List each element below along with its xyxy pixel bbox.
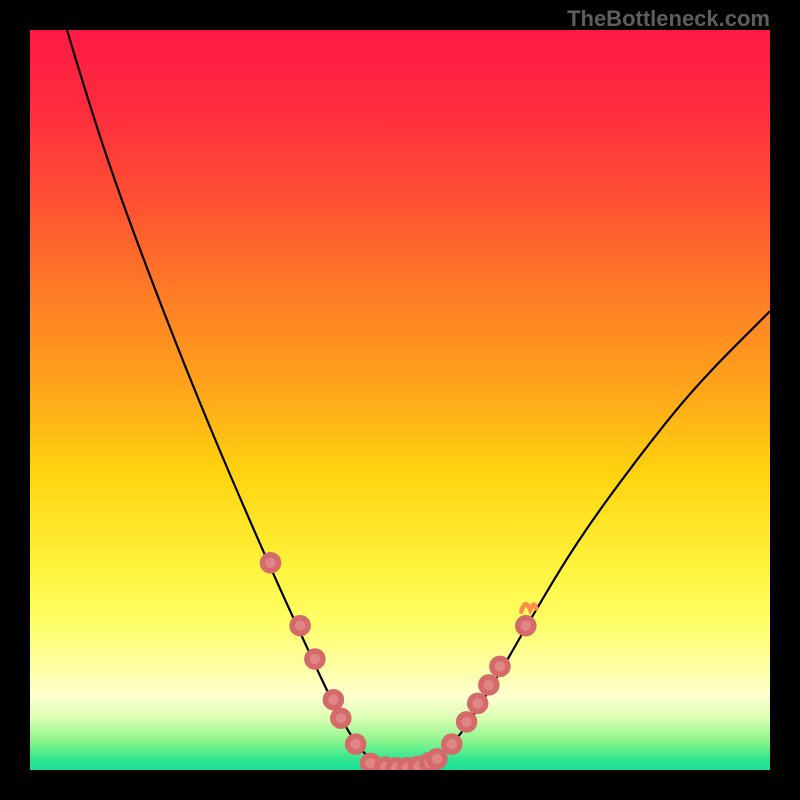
data-marker (470, 695, 486, 711)
marker-group (263, 555, 537, 770)
data-marker (348, 736, 364, 752)
data-marker (333, 710, 349, 726)
data-marker (492, 658, 508, 674)
data-marker (292, 618, 308, 634)
accent-scribble (521, 604, 536, 612)
chart-container: TheBottleneck.com (0, 0, 800, 800)
data-marker (518, 618, 534, 634)
plot-area (30, 30, 770, 770)
data-marker (459, 714, 475, 730)
data-marker (481, 677, 497, 693)
data-marker (429, 751, 445, 767)
data-marker (325, 692, 341, 708)
bottleneck-curve (67, 30, 770, 768)
watermark-text: TheBottleneck.com (567, 6, 770, 32)
data-marker (263, 555, 279, 571)
data-marker (444, 736, 460, 752)
data-marker (307, 651, 323, 667)
curve-layer (30, 30, 770, 770)
